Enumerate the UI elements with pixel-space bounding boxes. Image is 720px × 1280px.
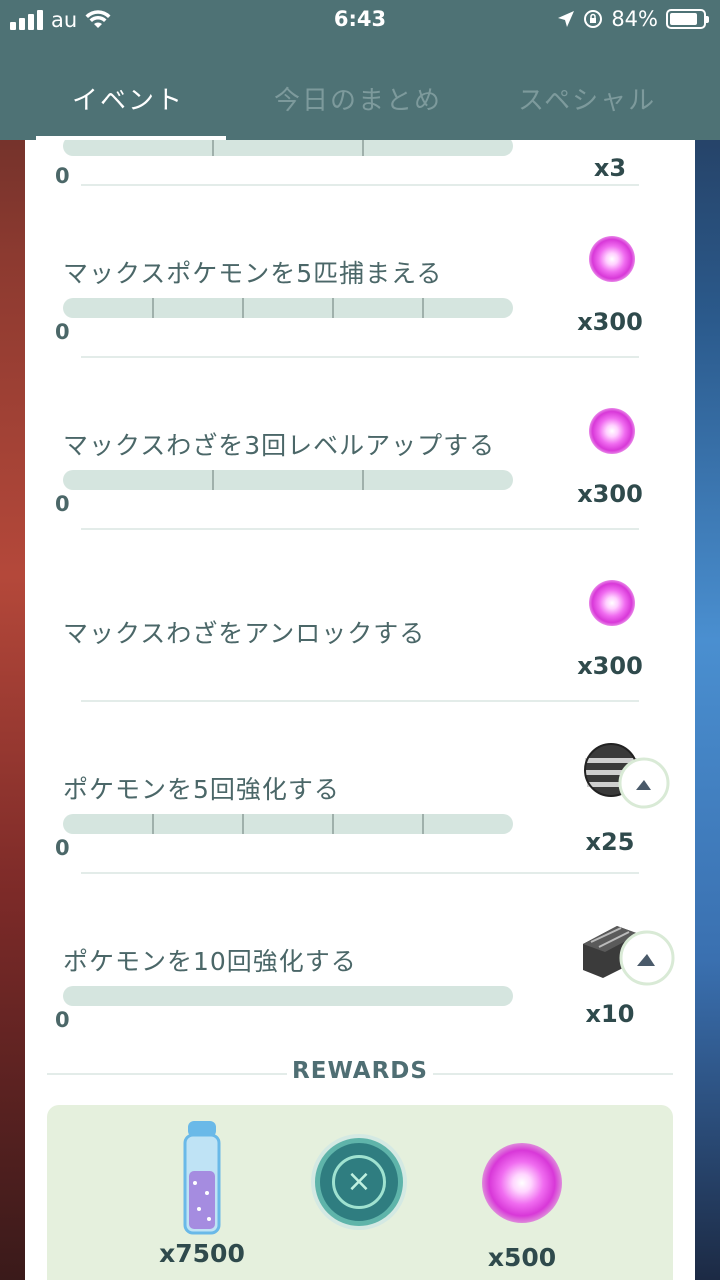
progress-tick bbox=[152, 814, 154, 834]
reward-quantity: x500 bbox=[487, 1243, 557, 1272]
progress-count: 0 bbox=[55, 492, 70, 516]
active-tab-indicator bbox=[36, 136, 226, 140]
orientation-lock-icon bbox=[584, 10, 603, 28]
progress-tick bbox=[242, 298, 244, 318]
tab-today-summary[interactable]: 今日のまとめ bbox=[274, 80, 442, 117]
progress-bar bbox=[63, 140, 513, 156]
progress-tick bbox=[332, 298, 334, 318]
task-title: マックスわざを3回レベルアップする bbox=[63, 431, 496, 460]
progress-tick bbox=[422, 814, 424, 834]
progress-bar bbox=[63, 986, 513, 1006]
divider bbox=[81, 700, 639, 702]
reward-quantity: x300 bbox=[577, 480, 643, 508]
progress-bar bbox=[63, 814, 513, 834]
reward-quantity: x300 bbox=[577, 308, 643, 336]
reward-max-particle: x500 bbox=[467, 1143, 577, 1272]
status-bar: au 6:43 84% bbox=[0, 0, 720, 40]
task-item: ポケモンを5回強化する 0 x25 bbox=[25, 704, 695, 876]
divider bbox=[81, 356, 639, 358]
progress-count: 0 bbox=[55, 164, 70, 188]
max-particle-icon bbox=[581, 228, 643, 290]
tab-event[interactable]: イベント bbox=[72, 80, 184, 117]
progress-tick bbox=[152, 298, 154, 318]
reward-quantity: x7500 bbox=[159, 1239, 245, 1268]
divider bbox=[81, 528, 639, 530]
task-title: ポケモンを5回強化する bbox=[63, 775, 340, 804]
progress-tick bbox=[362, 140, 364, 156]
task-title: ポケモンを10回強化する bbox=[63, 947, 357, 976]
close-icon: × bbox=[332, 1155, 386, 1209]
location-arrow-icon bbox=[558, 11, 575, 27]
task-title: マックスポケモンを5匹捕まえる bbox=[63, 259, 443, 288]
status-right: 84% bbox=[557, 7, 709, 31]
ball-case-icon bbox=[577, 920, 677, 990]
tab-bar: イベント 今日のまとめ スペシャル bbox=[0, 60, 720, 140]
reward-quantity: x300 bbox=[577, 652, 643, 680]
max-particle-icon bbox=[581, 572, 643, 634]
heavy-ball-icon bbox=[581, 740, 671, 810]
reward-quantity: x25 bbox=[585, 828, 635, 856]
progress-tick bbox=[362, 470, 364, 490]
rewards-box: x7500 × x500 bbox=[47, 1105, 673, 1280]
reward-quantity: x10 bbox=[585, 1000, 635, 1028]
tab-special[interactable]: スペシャル bbox=[518, 80, 656, 117]
reward-quantity: x3 bbox=[593, 154, 627, 182]
progress-count: 0 bbox=[55, 836, 70, 860]
progress-tick bbox=[242, 814, 244, 834]
close-button[interactable]: × bbox=[315, 1138, 403, 1226]
progress-bar bbox=[63, 298, 513, 318]
task-item: ポケモンを10回強化する 0 x10 bbox=[25, 876, 695, 1048]
task-item: マックスポケモンを5匹捕まえる 0 x300 bbox=[25, 188, 695, 360]
progress-tick bbox=[422, 298, 424, 318]
progress-bar bbox=[63, 470, 513, 490]
progress-tick bbox=[212, 470, 214, 490]
divider bbox=[81, 184, 639, 186]
max-particle-icon bbox=[581, 400, 643, 462]
task-item: マックスわざを3回レベルアップする 0 x300 bbox=[25, 360, 695, 532]
stardust-bottle-icon bbox=[183, 1121, 221, 1235]
progress-tick bbox=[212, 140, 214, 156]
header: au 6:43 84% イベント 今日のまとめ スペシャル bbox=[0, 0, 720, 140]
divider bbox=[81, 872, 639, 874]
task-item: マックスわざをアンロックする x300 bbox=[25, 532, 695, 704]
rewards-title: REWARDS bbox=[292, 1058, 428, 1084]
task-list-card[interactable]: 0 x3 マックスポケモンを5匹捕まえる 0 x300 マックスわざを3回レベル… bbox=[25, 140, 695, 1280]
divider bbox=[433, 1073, 673, 1075]
progress-count: 0 bbox=[55, 320, 70, 344]
progress-count: 0 bbox=[55, 1008, 70, 1032]
task-title: マックスわざをアンロックする bbox=[63, 619, 426, 648]
progress-tick bbox=[332, 814, 334, 834]
battery-icon bbox=[666, 9, 709, 29]
max-particle-icon bbox=[482, 1143, 562, 1223]
battery-percent: 84% bbox=[611, 7, 658, 31]
reward-stardust: x7500 bbox=[147, 1119, 257, 1268]
task-item: 0 x3 bbox=[25, 140, 695, 188]
